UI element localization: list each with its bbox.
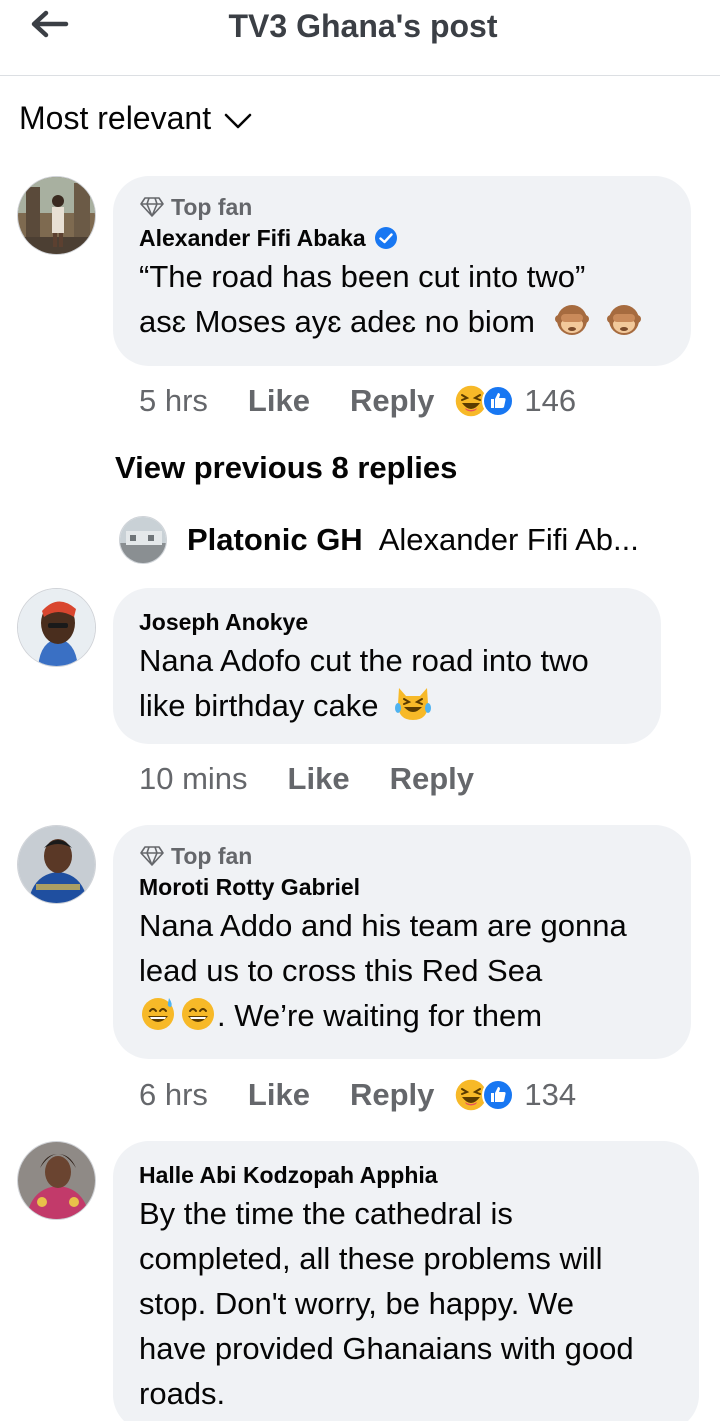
- view-previous-replies-button[interactable]: View previous 8 replies: [115, 450, 457, 486]
- comment-line: asɛ Moses ayɛ adeɛ no biom: [139, 299, 665, 344]
- chevron-down-icon: [224, 113, 252, 128]
- avatar[interactable]: [17, 588, 96, 667]
- comment-actions: 6 hrs Like Reply 134: [139, 1075, 576, 1115]
- avatar[interactable]: [17, 825, 96, 904]
- comment-actions: 10 mins Like Reply: [139, 759, 474, 799]
- author-name[interactable]: Alexander Fifi Abaka: [139, 225, 366, 252]
- reply-snippet: Alexander Fifi Ab...: [378, 522, 639, 557]
- avatar[interactable]: [17, 1141, 96, 1220]
- grinning-sweat-emoji-icon: [142, 998, 174, 1030]
- sort-dropdown[interactable]: Most relevant: [19, 100, 253, 137]
- like-button[interactable]: Like: [288, 761, 350, 797]
- avatar-photo: [18, 589, 95, 666]
- comment-text: Nana Addo and his team are gonna lead us…: [139, 903, 665, 1038]
- like-button[interactable]: Like: [248, 383, 310, 419]
- avatar-photo: [120, 517, 166, 563]
- comment-bubble[interactable]: Top fan Moroti Rotty Gabriel Nana Addo a…: [113, 825, 691, 1059]
- reply-button[interactable]: Reply: [350, 383, 434, 419]
- comment-bubble[interactable]: Halle Abi Kodzopah Apphia By the time th…: [113, 1141, 699, 1421]
- reply-preview[interactable]: Platonic GH Alexander Fifi Ab...: [119, 515, 639, 565]
- comment-actions: 5 hrs Like Reply 146: [139, 381, 576, 421]
- comment-line: . We’re waiting for them: [139, 993, 665, 1038]
- comment-line: “The road has been cut into two”: [139, 259, 586, 294]
- reaction-summary[interactable]: 134: [454, 1077, 576, 1113]
- page-title: TV3 Ghana's post: [228, 8, 498, 44]
- top-fan-badge: Top fan: [139, 192, 665, 222]
- comment-text: Nana Adofo cut the road into two like bi…: [139, 638, 635, 728]
- like-button[interactable]: Like: [248, 1077, 310, 1113]
- avatar[interactable]: [17, 176, 96, 255]
- comment-author[interactable]: Alexander Fifi Abaka: [139, 222, 665, 254]
- comment-line: roads.: [139, 1376, 226, 1411]
- like-icon: [482, 1079, 515, 1111]
- avatar-photo: [18, 1142, 95, 1219]
- comment-author[interactable]: Joseph Anokye: [139, 606, 635, 638]
- comment-time[interactable]: 6 hrs: [139, 1077, 208, 1113]
- sort-label: Most relevant: [19, 100, 212, 136]
- top-fan-label: Top fan: [171, 193, 253, 220]
- comment-bubble[interactable]: Joseph Anokye Nana Adofo cut the road in…: [113, 588, 661, 744]
- comment-line: Nana Adofo cut the road into two: [139, 643, 589, 678]
- author-name[interactable]: Halle Abi Kodzopah Apphia: [139, 1162, 438, 1189]
- avatar-photo: [18, 177, 95, 254]
- author-name[interactable]: Moroti Rotty Gabriel: [139, 874, 360, 901]
- like-icon: [482, 385, 515, 417]
- diamond-icon: [140, 846, 164, 866]
- comment-author[interactable]: Moroti Rotty Gabriel: [139, 871, 665, 903]
- comment-line-text: . We’re waiting for them: [217, 998, 543, 1033]
- comment-author[interactable]: Halle Abi Kodzopah Apphia: [139, 1159, 673, 1191]
- comment-line: Nana Addo and his team are gonna: [139, 908, 627, 943]
- comment-bubble[interactable]: Top fan Alexander Fifi Abaka “The road h…: [113, 176, 691, 366]
- crying-laughing-cat-emoji-icon: [395, 688, 432, 720]
- avatar-photo: [18, 826, 95, 903]
- diamond-icon: [140, 197, 164, 217]
- comment-line: completed, all these problems will: [139, 1241, 603, 1276]
- reaction-count: 146: [524, 383, 577, 418]
- comment-line: By the time the cathedral is: [139, 1196, 513, 1231]
- comment-line-text: like birthday cake: [139, 688, 379, 723]
- avatar[interactable]: [119, 516, 167, 564]
- verified-badge-icon: [374, 227, 397, 249]
- top-fan-label: Top fan: [171, 842, 253, 869]
- reply-button[interactable]: Reply: [350, 1077, 434, 1113]
- top-bar: TV3 Ghana's post: [0, 0, 720, 76]
- comment-text: By the time the cathedral is completed, …: [139, 1191, 673, 1416]
- comment-time[interactable]: 10 mins: [139, 761, 248, 797]
- reaction-summary[interactable]: 146: [454, 383, 576, 419]
- reaction-count: 134: [524, 1077, 577, 1112]
- comment-line: lead us to cross this Red Sea: [139, 953, 543, 988]
- reply-author-name[interactable]: Platonic GH: [187, 522, 363, 558]
- comment-line: have provided Ghanaians with good: [139, 1331, 634, 1366]
- comment-line: like birthday cake: [139, 683, 635, 728]
- comment-time[interactable]: 5 hrs: [139, 383, 208, 419]
- author-name[interactable]: Joseph Anokye: [139, 609, 308, 636]
- reply-button[interactable]: Reply: [390, 761, 474, 797]
- comment-text: “The road has been cut into two” asɛ Mos…: [139, 254, 665, 344]
- top-fan-badge: Top fan: [139, 841, 665, 871]
- see-no-evil-monkey-emoji-icon: [554, 305, 589, 335]
- comment-line-text: asɛ Moses ayɛ adeɛ no biom: [139, 304, 535, 339]
- comment-line: stop. Don't worry, be happy. We: [139, 1286, 574, 1321]
- see-no-evil-monkey-emoji-icon: [607, 305, 642, 335]
- grinning-emoji-icon: [182, 998, 214, 1030]
